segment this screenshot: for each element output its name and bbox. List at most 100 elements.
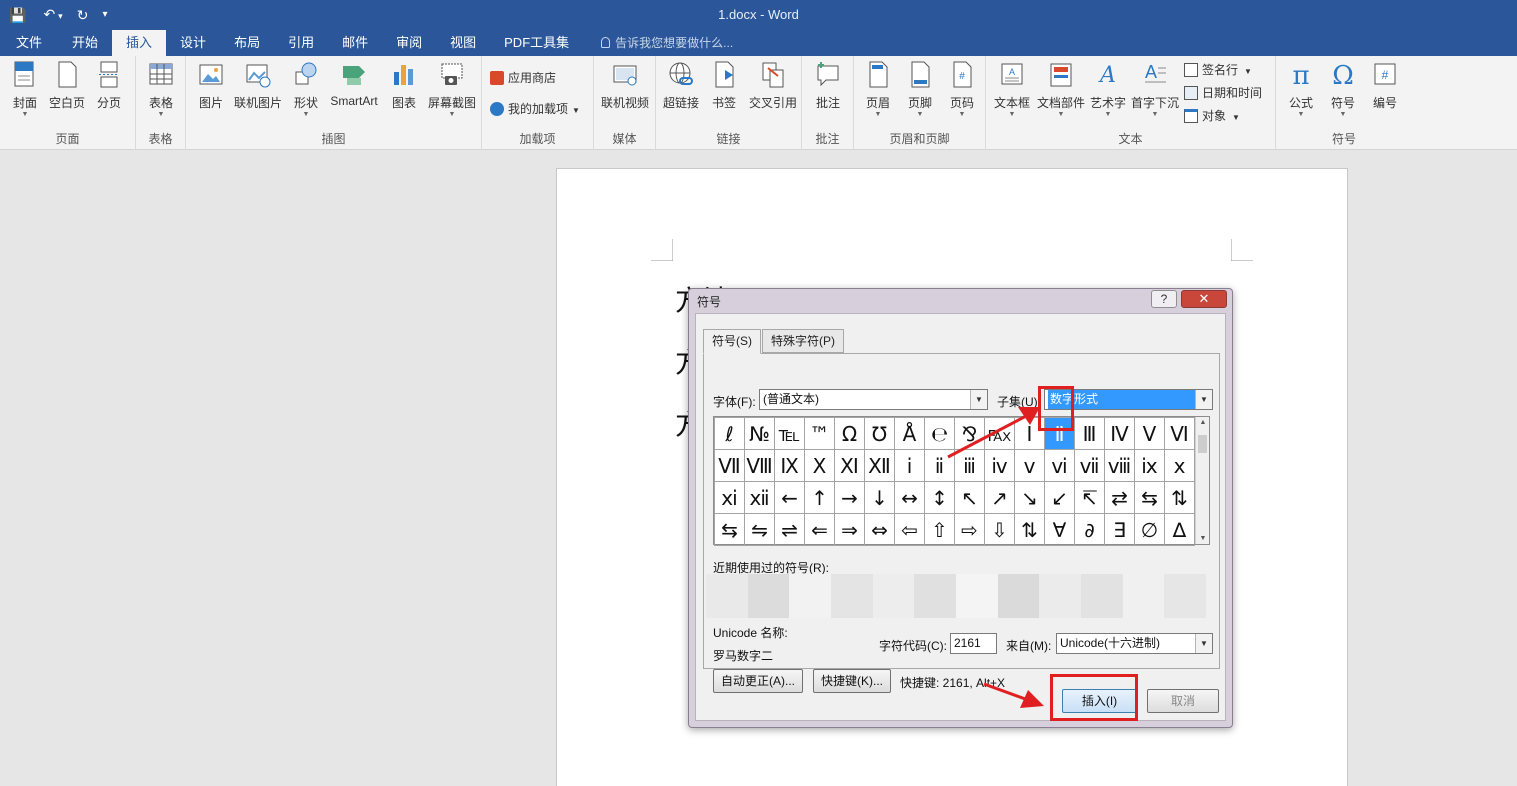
symbol-cell[interactable]: ↸ [1074, 481, 1105, 514]
symbol-cell[interactable]: Ⅶ [714, 449, 745, 482]
recent-symbols-strip[interactable] [706, 574, 1207, 618]
shapes-button[interactable]: 形状 ▼ [284, 60, 328, 119]
symbol-cell[interactable]: ∅ [1134, 513, 1165, 546]
symbol-cell[interactable]: ⅴ [1014, 449, 1045, 482]
cancel-button[interactable]: 取消 [1147, 689, 1219, 713]
symbol-cell[interactable]: ⇧ [924, 513, 955, 546]
symbol-cell[interactable]: ∆ [1164, 513, 1195, 546]
tab-special-characters[interactable]: 特殊字符(P) [762, 329, 844, 353]
symbol-cell[interactable]: ⅲ [954, 449, 985, 482]
cover-page-button[interactable]: 封面 ▼ [3, 60, 47, 119]
symbol-cell[interactable]: ↑ [804, 481, 835, 514]
char-code-input[interactable]: 2161 [950, 633, 997, 654]
symbol-cell[interactable]: ↔ [894, 481, 925, 514]
symbol-cell[interactable]: ™ [804, 417, 835, 450]
tab-design[interactable]: 设计 [166, 30, 220, 56]
symbol-cell[interactable]: ⇒ [834, 513, 865, 546]
help-button[interactable]: ? [1151, 290, 1177, 308]
tab-review[interactable]: 审阅 [382, 30, 436, 56]
symbol-cell[interactable]: ⇐ [804, 513, 835, 546]
tab-insert[interactable]: 插入 [112, 30, 167, 56]
tab-symbols[interactable]: 符号(S) [703, 329, 761, 354]
symbol-cell[interactable]: ⇨ [954, 513, 985, 546]
tab-view[interactable]: 视图 [436, 30, 490, 56]
tab-file[interactable]: 文件 [6, 30, 58, 56]
blank-page-button[interactable]: 空白页 [45, 60, 89, 111]
symbol-cell[interactable]: Ⅹ [804, 449, 835, 482]
symbol-grid[interactable]: ℓ № ℡ ™ Ω ℧ Å ℮ ⅋ ℻ Ⅰ Ⅱ Ⅲ Ⅳ Ⅴ Ⅵ Ⅶ Ⅷ Ⅸ Ⅹ Ⅺ Ⅻⅰ ⅱ ⅲ ⅳ ⅴ ⅵ ⅶ ⅷ ⅸ ⅹ ⅺ ⅻ ← ↑ → ↓ ↔ ↕… [713, 416, 1210, 546]
header-button[interactable]: 页眉 ▼ [856, 60, 900, 119]
from-select[interactable]: Unicode(十六进制) ▼ [1056, 633, 1213, 654]
symbol-cell[interactable]: ⅸ [1134, 449, 1165, 482]
chevron-down-icon[interactable]: ▼ [1195, 634, 1212, 653]
textbox-button[interactable]: A 文本框 ▼ [990, 60, 1034, 119]
symbol-cell[interactable]: ∀ [1044, 513, 1075, 546]
symbol-cell[interactable]: ⇋ [744, 513, 775, 546]
chevron-down-icon[interactable]: ▼ [970, 390, 987, 409]
tab-references[interactable]: 引用 [274, 30, 328, 56]
symbol-cell[interactable]: ⇩ [984, 513, 1015, 546]
cross-reference-button[interactable]: 交叉引用 [746, 60, 800, 111]
symbol-cell[interactable]: Ⅸ [774, 449, 805, 482]
tab-home[interactable]: 开始 [58, 30, 112, 56]
symbol-cell[interactable]: ⇄ [1104, 481, 1135, 514]
symbol-cell[interactable]: Ⅺ [834, 449, 865, 482]
symbol-cell[interactable]: Ⅴ [1134, 417, 1165, 450]
symbol-cell[interactable]: Ⅷ [744, 449, 775, 482]
symbol-cell[interactable]: ↓ [864, 481, 895, 514]
symbol-cell[interactable]: ⅹ [1164, 449, 1195, 482]
symbol-cell[interactable]: ⅰ [894, 449, 925, 482]
symbol-cell[interactable]: ⅻ [744, 481, 775, 514]
symbol-cell[interactable]: ℡ [774, 417, 805, 450]
dropcap-button[interactable]: A 首字下沉 ▼ [1130, 60, 1180, 119]
object-button[interactable]: 对象 ▼ [1184, 106, 1240, 126]
tab-layout[interactable]: 布局 [220, 30, 274, 56]
symbol-grid-scrollbar[interactable]: ▲ ▼ [1195, 417, 1209, 544]
symbol-cell[interactable]: ⇅ [1164, 481, 1195, 514]
symbol-cell[interactable]: ⇦ [894, 513, 925, 546]
symbol-cell[interactable]: ↙ [1044, 481, 1075, 514]
tab-pdf-tools[interactable]: PDF工具集 [490, 30, 583, 56]
wordart-button[interactable]: A 艺术字 ▼ [1086, 60, 1130, 119]
new-comment-button[interactable]: 批注 [806, 60, 850, 111]
symbol-cell[interactable]: ⇆ [714, 513, 745, 546]
symbol-cell[interactable]: ⇆ [1134, 481, 1165, 514]
screenshot-button[interactable]: 屏幕截图 ▼ [424, 60, 480, 119]
symbol-cell[interactable]: ↕ [924, 481, 955, 514]
tab-mailings[interactable]: 邮件 [328, 30, 382, 56]
symbol-cell[interactable]: ⅋ [954, 417, 985, 450]
chevron-down-icon[interactable]: ▼ [1195, 390, 1212, 409]
symbol-cell[interactable]: ← [774, 481, 805, 514]
equation-button[interactable]: π 公式 ▼ [1279, 60, 1323, 119]
symbol-cell[interactable]: ↘ [1014, 481, 1045, 514]
scroll-up-icon[interactable]: ▲ [1196, 419, 1210, 426]
numbering-button[interactable]: # 编号 [1363, 60, 1407, 111]
symbol-cell[interactable]: № [744, 417, 775, 450]
tell-me-box[interactable]: 告诉我您想要做什么... [583, 30, 733, 56]
symbol-cell[interactable]: ⅺ [714, 481, 745, 514]
signature-line-button[interactable]: 签名行 ▼ [1184, 60, 1252, 80]
symbol-cell[interactable]: Ⅵ [1164, 417, 1195, 450]
scrollbar-thumb[interactable] [1198, 435, 1207, 453]
font-select[interactable]: (普通文本) ▼ [759, 389, 988, 410]
symbol-cell[interactable]: ↖ [954, 481, 985, 514]
scroll-down-icon[interactable]: ▼ [1196, 535, 1210, 542]
symbol-cell[interactable]: ⅶ [1074, 449, 1105, 482]
symbol-cell[interactable]: ⇌ [774, 513, 805, 546]
footer-button[interactable]: 页脚 ▼ [898, 60, 942, 119]
symbol-cell[interactable]: Ⅲ [1074, 417, 1105, 450]
symbol-cell[interactable]: ↗ [984, 481, 1015, 514]
table-button[interactable]: 表格 ▼ [139, 60, 183, 119]
bookmark-button[interactable]: 书签 [702, 60, 746, 111]
smartart-button[interactable]: SmartArt [326, 60, 382, 108]
symbol-cell[interactable]: ⅳ [984, 449, 1015, 482]
online-picture-button[interactable]: 联机图片 [232, 60, 284, 111]
symbol-cell[interactable]: Ⅳ [1104, 417, 1135, 450]
symbol-cell[interactable]: ⅵ [1044, 449, 1075, 482]
shortcut-key-button[interactable]: 快捷键(K)... [813, 669, 891, 693]
store-button[interactable]: 应用商店 [490, 68, 556, 88]
symbol-cell[interactable]: Ⅻ [864, 449, 895, 482]
picture-button[interactable]: 图片 [189, 60, 233, 111]
symbol-cell[interactable]: ℓ [714, 417, 745, 450]
close-button[interactable]: ✕ [1181, 290, 1227, 308]
